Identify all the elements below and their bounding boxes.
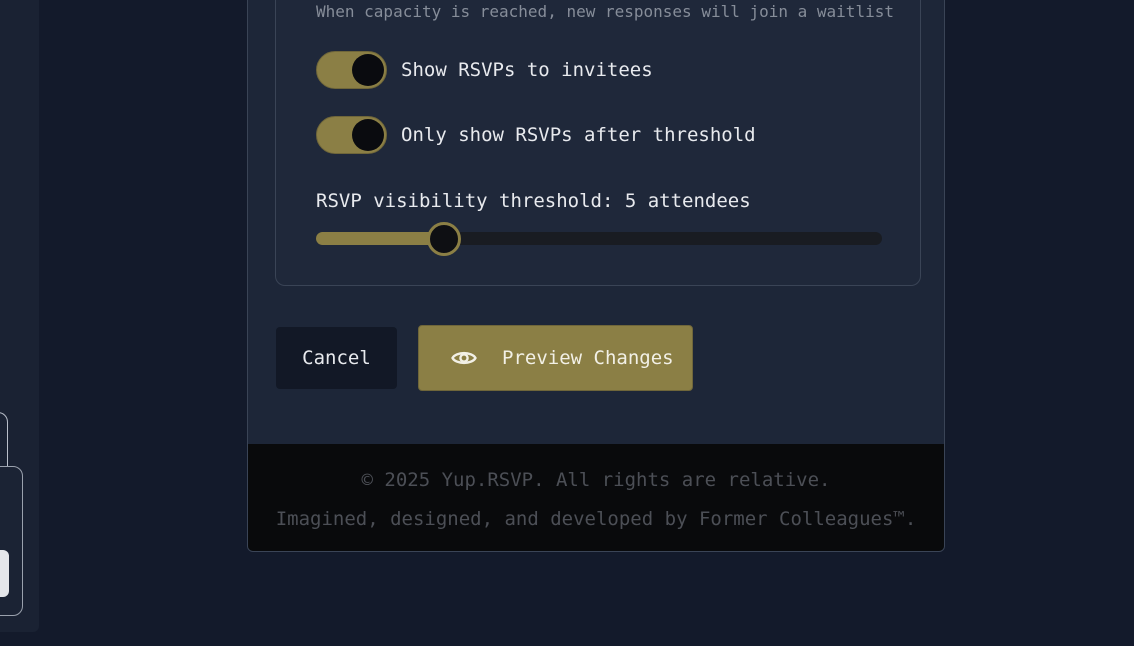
slider-thumb[interactable]	[427, 222, 462, 256]
preview-changes-button[interactable]: Preview Changes	[418, 325, 693, 391]
threshold-label: RSVP visibility threshold: 5 attendees	[316, 190, 751, 212]
show-rsvps-toggle[interactable]	[316, 51, 387, 89]
toggle-row-threshold-only: Only show RSVPs after threshold	[316, 116, 756, 154]
eye-icon	[451, 349, 477, 367]
toggle-knob	[352, 119, 384, 151]
footer-credit: Imagined, designed, and developed by For…	[275, 508, 917, 530]
event-settings-card: When capacity is reached, new responses …	[247, 0, 945, 552]
footer-copyright: © 2025 Yup.RSVP. All rights are relative…	[361, 469, 831, 491]
threshold-only-toggle[interactable]	[316, 116, 387, 154]
rsvp-settings-section: When capacity is reached, new responses …	[275, 0, 921, 286]
sidebar-button-edge[interactable]	[0, 550, 9, 597]
sidebar-card-edge	[0, 412, 8, 473]
preview-changes-label: Preview Changes	[502, 347, 674, 369]
footer: © 2025 Yup.RSVP. All rights are relative…	[248, 444, 944, 551]
threshold-slider[interactable]	[316, 222, 882, 256]
toggle-row-show-rsvps: Show RSVPs to invitees	[316, 51, 653, 89]
threshold-only-label: Only show RSVPs after threshold	[401, 124, 756, 146]
toggle-knob	[352, 54, 384, 86]
show-rsvps-label: Show RSVPs to invitees	[401, 59, 653, 81]
capacity-hint: When capacity is reached, new responses …	[316, 2, 894, 21]
slider-fill	[316, 232, 445, 245]
cancel-button[interactable]: Cancel	[276, 327, 397, 389]
